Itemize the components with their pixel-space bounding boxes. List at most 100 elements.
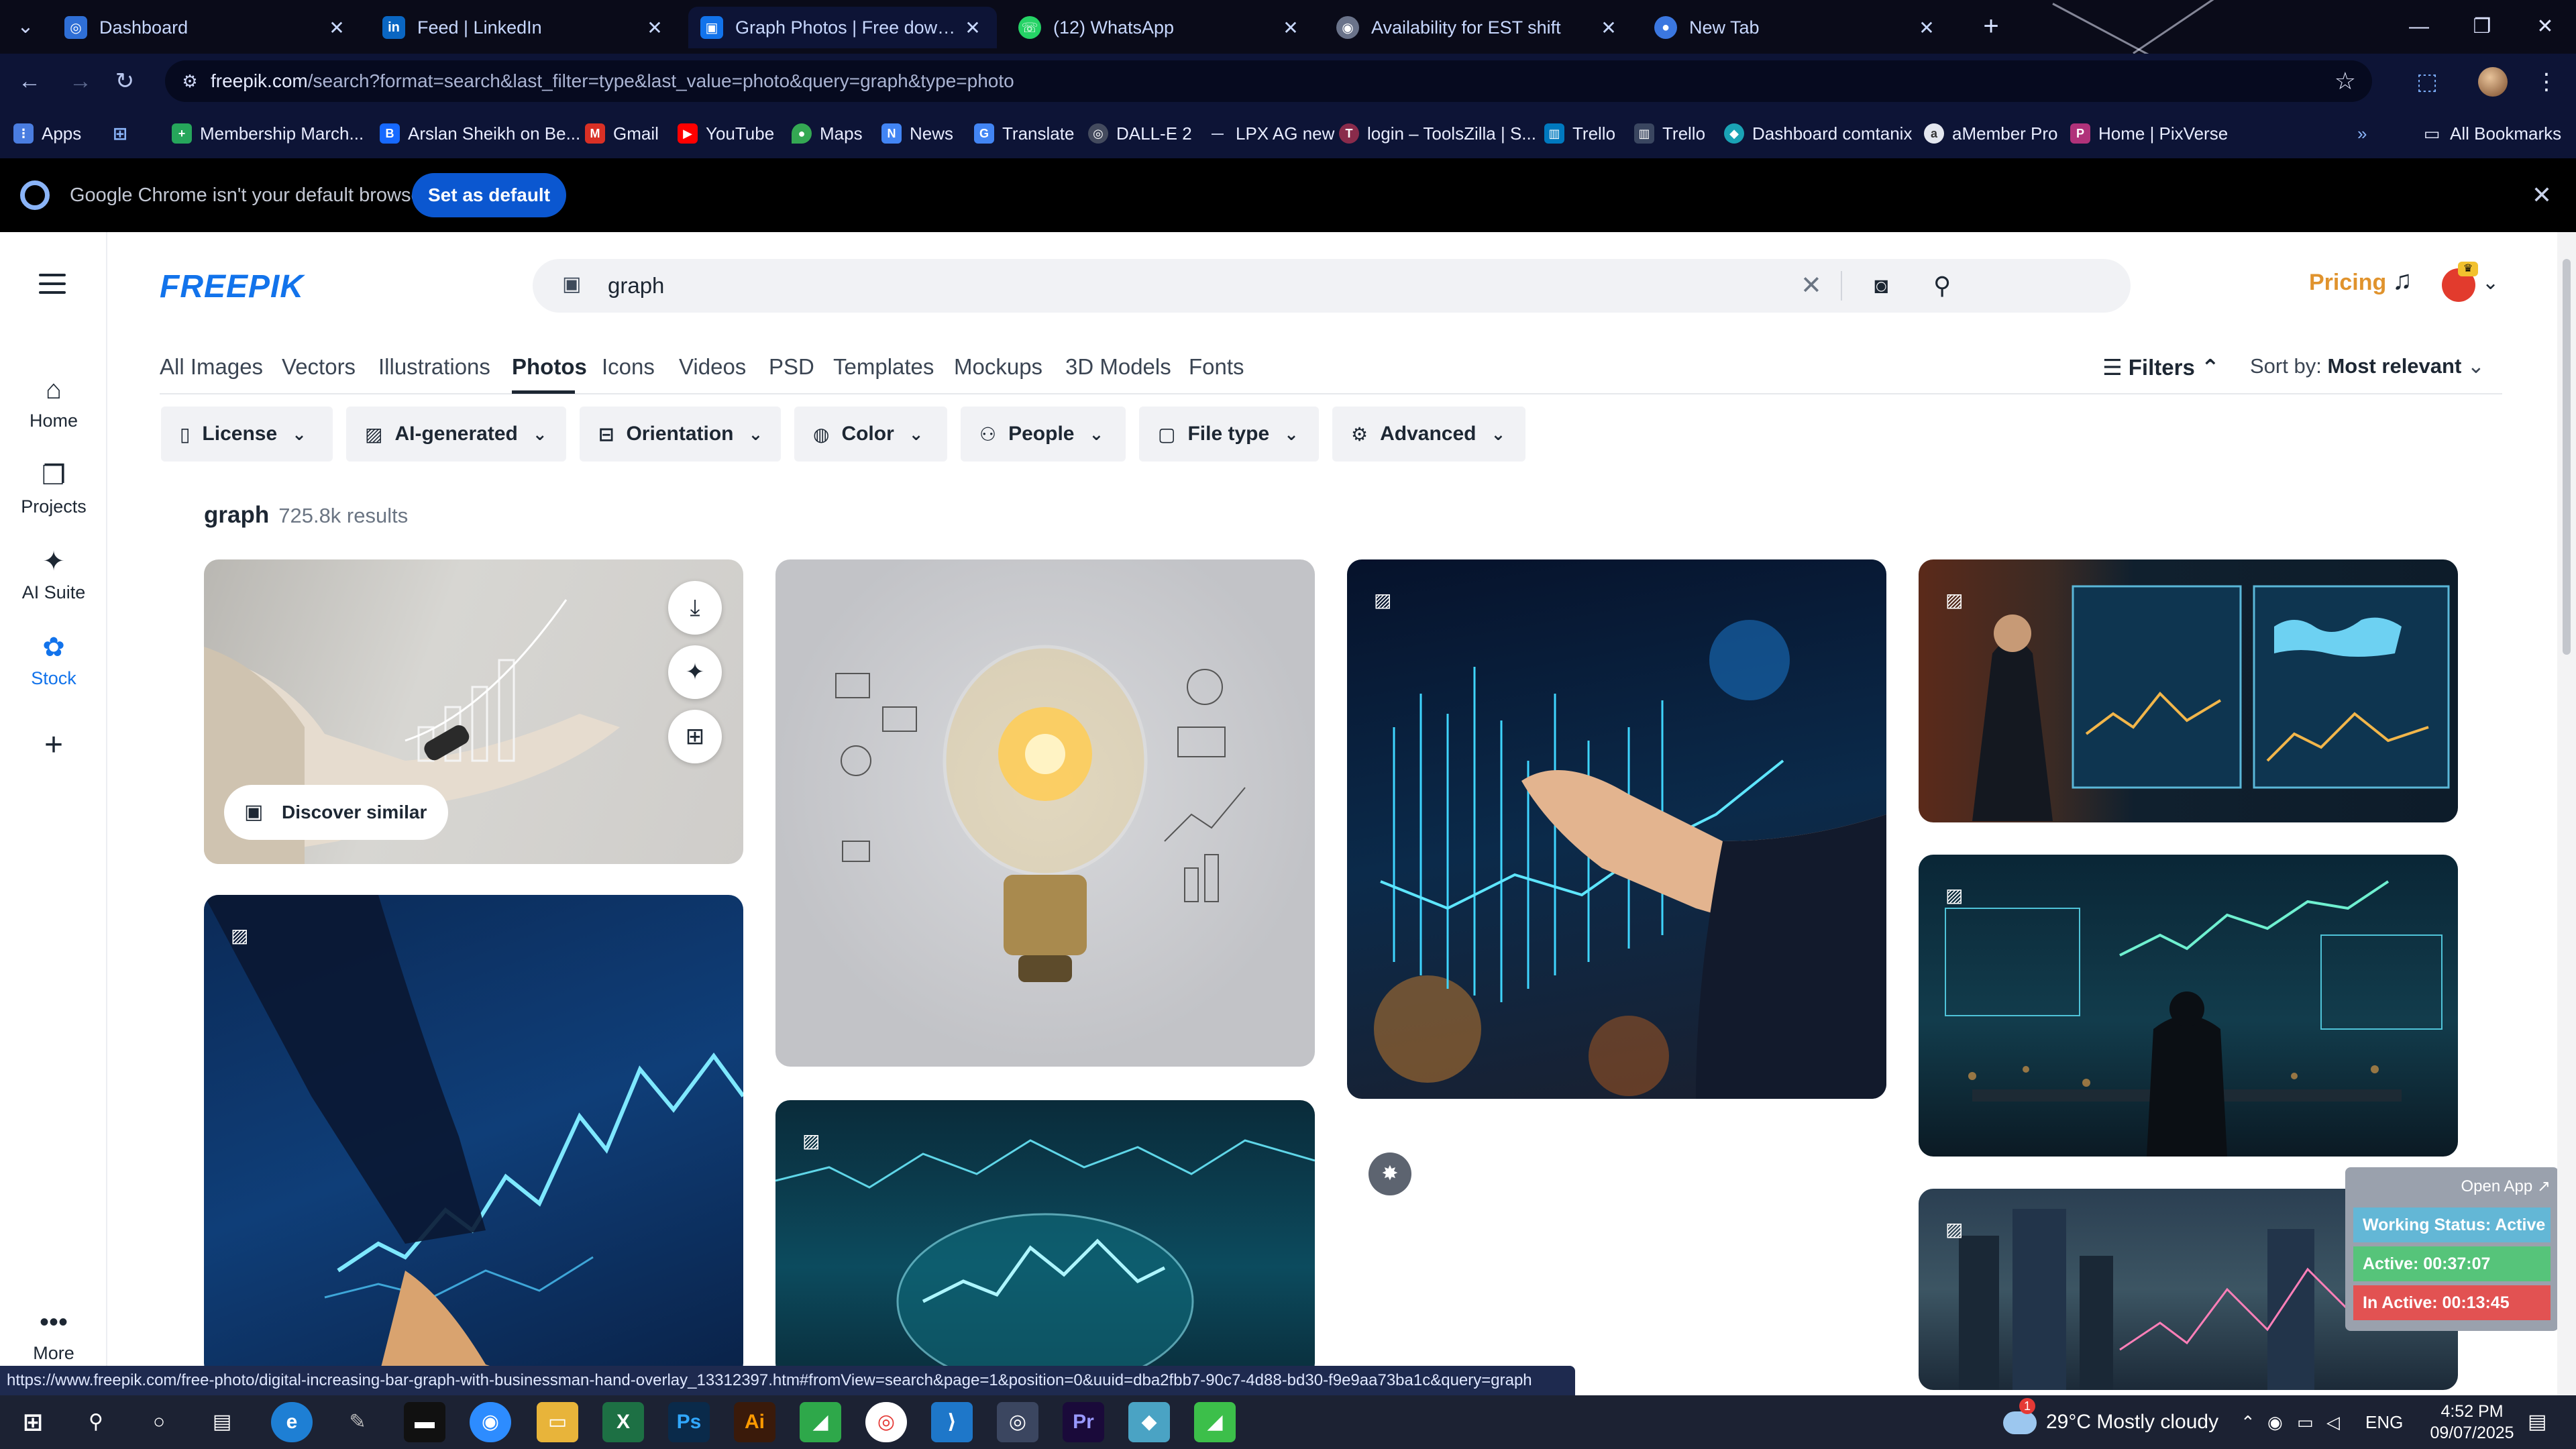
freepik-logo[interactable]: FREEPIK	[160, 268, 304, 305]
sidebar-item-home[interactable]: ⌂ Home	[0, 373, 107, 431]
filter-people[interactable]: ⚇ People ⌄	[961, 407, 1126, 462]
pricing-link[interactable]: Pricing	[2309, 270, 2386, 296]
green-app-2-icon[interactable]: ◢	[1194, 1402, 1236, 1442]
task-view-icon[interactable]: ▤	[201, 1402, 243, 1442]
search-input[interactable]: graph	[608, 259, 664, 313]
browser-tab-dashboard[interactable]: ◎ Dashboard ✕	[52, 7, 361, 48]
scrollbar-thumb[interactable]	[2563, 259, 2571, 655]
bookmark-pixverse[interactable]: P Home | PixVerse	[2070, 109, 2228, 158]
bookmark-membership[interactable]: + Membership March...	[172, 109, 364, 158]
minimize-icon[interactable]: —	[2388, 0, 2450, 54]
bookmark-trello-2[interactable]: ▥ Trello	[1634, 109, 1705, 158]
download-icon[interactable]: ⤓	[668, 581, 722, 635]
extensions-puzzle-icon[interactable]: ⬚	[2408, 63, 2446, 101]
bookmark-toolszilla[interactable]: Tlogin – ToolsZilla | S...	[1339, 109, 1536, 158]
browser-tab-whatsapp[interactable]: ☏ (12) WhatsApp ✕	[1006, 7, 1315, 48]
filter-license[interactable]: ▯ License ⌄	[161, 407, 333, 462]
tray-overflow-chevron-icon[interactable]: ⌃	[2241, 1395, 2255, 1449]
image-type-icon[interactable]: ▣	[562, 272, 581, 296]
tab-icons[interactable]: Icons	[602, 354, 655, 380]
tab-fonts[interactable]: Fonts	[1189, 354, 1244, 380]
tab-illustrations[interactable]: Illustrations	[378, 354, 490, 380]
bookmark-gmail[interactable]: M Gmail	[585, 109, 659, 158]
bookmark-translate[interactable]: G Translate	[974, 109, 1074, 158]
excel-icon[interactable]: X	[602, 1402, 644, 1442]
premiere-icon[interactable]: Pr	[1063, 1402, 1104, 1442]
sort-dropdown[interactable]: Sort by: Most relevant ⌄	[2250, 354, 2485, 378]
sidebar-item-stock[interactable]: ✿ Stock	[0, 631, 107, 689]
set-as-default-button[interactable]: Set as default	[412, 173, 566, 217]
bookmark-trello-1[interactable]: ▥ Trello	[1544, 109, 1615, 158]
tab-search-chevron-icon[interactable]: ⌄	[7, 9, 44, 44]
photo-card-hand-bar-graph[interactable]: ⤓ ✦ ⊞ ▣ Discover similar	[204, 559, 743, 864]
browser-tab-availability[interactable]: ◉ Availability for EST shift ✕	[1324, 7, 1633, 48]
close-icon[interactable]: ✕	[643, 17, 667, 39]
bookmark-behance[interactable]: B Arslan Sheikh on Be...	[380, 109, 580, 158]
vscode-icon[interactable]: ⟩	[931, 1402, 973, 1442]
bookmark-maps[interactable]: ● Maps	[792, 109, 863, 158]
sidebar-item-ai-suite[interactable]: ✦ AI Suite	[0, 545, 107, 603]
new-tab-plus-icon[interactable]: +	[1972, 9, 2010, 44]
filter-file-type[interactable]: ▢ File type ⌄	[1139, 407, 1319, 462]
all-bookmarks[interactable]: ▭ All Bookmarks	[2422, 109, 2561, 158]
filter-color[interactable]: ◍ Color ⌄	[794, 407, 947, 462]
photo-card-lightbulb-sketch[interactable]	[775, 559, 1315, 1067]
sidebar-item-projects[interactable]: ❐ Projects	[0, 459, 107, 517]
bookmark-grid[interactable]: ⊞	[110, 109, 138, 158]
bookmark-youtube[interactable]: ▶ YouTube	[678, 109, 774, 158]
browser-tab-linkedin[interactable]: in Feed | LinkedIn ✕	[370, 7, 679, 48]
user-menu-chevron-icon[interactable]: ⌄	[2482, 271, 2499, 294]
close-icon[interactable]: ✕	[1915, 17, 1939, 39]
browser-tab-freepik[interactable]: ▣ Graph Photos | Free download ✕	[688, 7, 997, 48]
add-to-collection-icon[interactable]: ⊞	[668, 710, 722, 763]
tab-templates[interactable]: Templates	[833, 354, 934, 380]
back-arrow-icon[interactable]: ←	[11, 63, 48, 99]
green-app-icon[interactable]: ◢	[800, 1402, 841, 1442]
tab-all-images[interactable]: All Images	[160, 354, 263, 380]
notification-center-icon[interactable]: ▤	[2528, 1395, 2546, 1449]
taskbar-clock[interactable]: 4:52 PM 09/07/2025	[2422, 1401, 2522, 1444]
photo-card-man-dashboards[interactable]: ▨	[1919, 559, 2458, 822]
edge-icon[interactable]: e	[271, 1402, 313, 1442]
camera-search-icon[interactable]: ◙	[1874, 259, 1888, 313]
bookmark-lpx[interactable]: — LPX AG new	[1208, 109, 1334, 158]
sidebar-add-button[interactable]: +	[0, 729, 107, 762]
volume-icon[interactable]: ◁	[2326, 1395, 2340, 1449]
weather-widget[interactable]: 29°C Mostly cloudy	[2003, 1395, 2218, 1449]
search-icon[interactable]: ⚲	[1933, 259, 1951, 313]
chrome-menu-icon[interactable]: ⋮	[2528, 63, 2565, 101]
forward-arrow-icon[interactable]: →	[62, 63, 99, 99]
open-app-link[interactable]: Open App ↗	[2461, 1177, 2551, 1196]
tab-vectors[interactable]: Vectors	[282, 354, 356, 380]
filter-advanced[interactable]: ⚙ Advanced ⌄	[1332, 407, 1525, 462]
photo-card-man-city-chart[interactable]: ▨	[1919, 855, 2458, 1157]
address-bar[interactable]: ⚙ freepik.com/search?format=search&last_…	[165, 60, 2372, 102]
infobar-close-icon[interactable]: ✕	[2532, 158, 2552, 232]
tab-videos[interactable]: Videos	[679, 354, 746, 380]
reload-icon[interactable]: ↻	[106, 63, 144, 99]
brush-app-icon[interactable]: ✎	[337, 1402, 378, 1442]
language-indicator[interactable]: ENG	[2365, 1395, 2403, 1449]
photoshop-icon[interactable]: Ps	[668, 1402, 710, 1442]
file-explorer-icon[interactable]: ▭	[537, 1402, 578, 1442]
tab-mockups[interactable]: Mockups	[954, 354, 1042, 380]
cortana-icon[interactable]: ○	[138, 1402, 180, 1442]
windows-start-icon[interactable]: ⊞	[12, 1402, 54, 1442]
search-bar[interactable]: ▣ graph ✕ ◙ ⚲	[533, 259, 2131, 313]
bookmark-dalle[interactable]: ◎ DALL-E 2	[1088, 109, 1192, 158]
window-close-icon[interactable]: ✕	[2514, 0, 2576, 54]
close-icon[interactable]: ✕	[961, 17, 985, 39]
close-icon[interactable]: ✕	[325, 17, 349, 39]
close-icon[interactable]: ✕	[1279, 17, 1303, 39]
taskbar-search-icon[interactable]: ⚲	[75, 1402, 117, 1442]
hamburger-menu-icon[interactable]	[39, 274, 66, 294]
bookmarks-overflow-icon[interactable]: »	[2357, 109, 2367, 158]
ai-edit-sparkle-icon[interactable]: ✦	[668, 645, 722, 699]
illustrator-icon[interactable]: Ai	[734, 1402, 775, 1442]
browser-tab-new-tab[interactable]: ● New Tab ✕	[1642, 7, 1951, 48]
filter-orientation[interactable]: ⊟ Orientation ⌄	[580, 407, 781, 462]
bookmark-star-icon[interactable]: ☆	[2334, 66, 2356, 97]
chrome-active-icon[interactable]: ◎	[997, 1402, 1038, 1442]
bookmark-comtanix[interactable]: ◆ Dashboard comtanix	[1724, 109, 1912, 158]
chrome-taskbar-icon[interactable]: ◎	[865, 1402, 907, 1442]
